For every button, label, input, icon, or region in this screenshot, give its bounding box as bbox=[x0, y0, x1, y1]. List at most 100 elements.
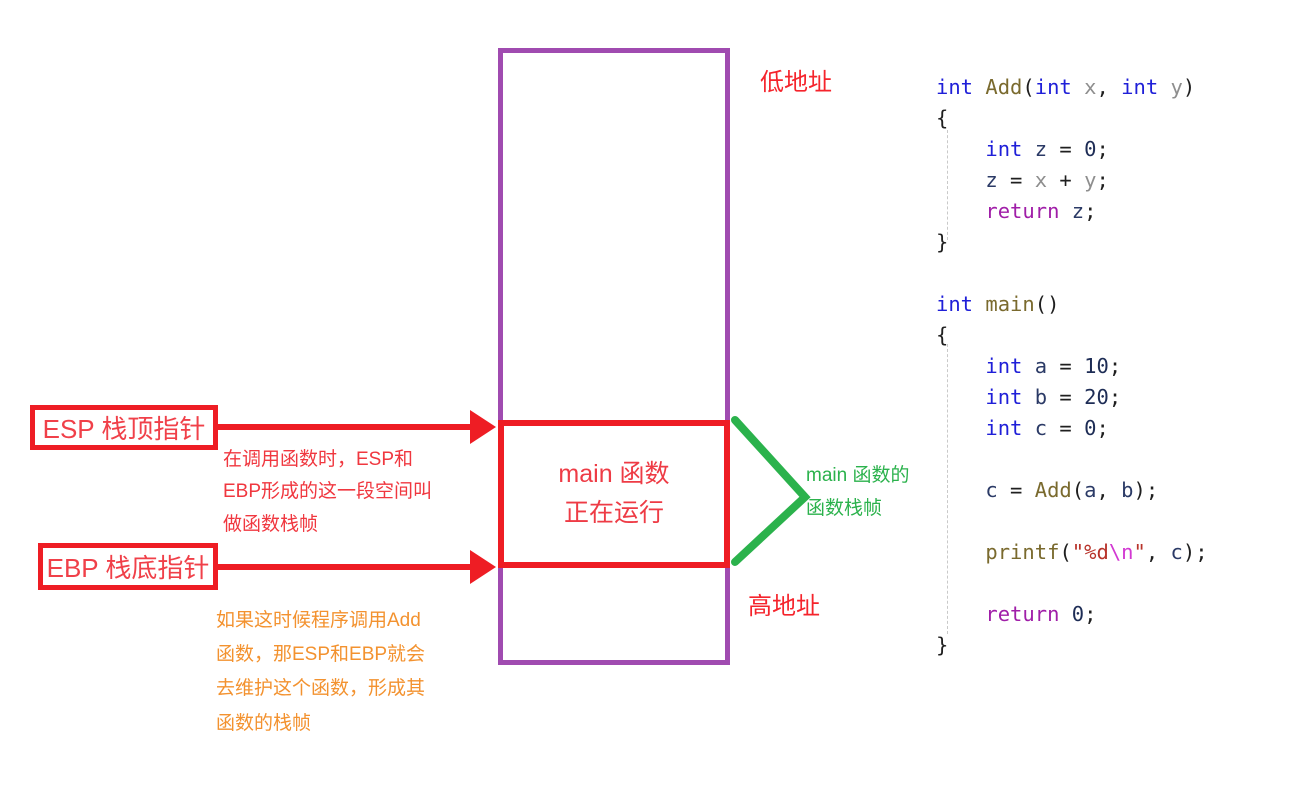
code-line-add-decl-z: int z = 0; bbox=[936, 134, 1208, 165]
main-frame-line-2: 正在运行 bbox=[563, 499, 664, 527]
code-token: , bbox=[1096, 75, 1122, 99]
code-line-add-assign-z: z = x + y; bbox=[936, 165, 1208, 196]
code-line-blank-4 bbox=[936, 568, 1208, 599]
code-token: 0 bbox=[1084, 416, 1097, 440]
esp-pointer-box: ESP 栈顶指针 bbox=[30, 405, 218, 450]
code-token: } bbox=[936, 230, 949, 254]
code-token: printf bbox=[985, 540, 1060, 564]
code-line-blank-2 bbox=[936, 444, 1208, 475]
ebp-pointer-box: EBP 栈底指针 bbox=[38, 543, 218, 590]
code-line-main-close-brace: } bbox=[936, 630, 1208, 661]
code-token: ; bbox=[1108, 354, 1122, 378]
code-token: ) bbox=[1182, 75, 1196, 99]
code-line-main-signature: int main() bbox=[936, 289, 1208, 320]
code-token: Add bbox=[1034, 478, 1072, 502]
code-token: = bbox=[997, 168, 1035, 192]
code-token: return bbox=[985, 602, 1060, 626]
esp-arrow-head-icon bbox=[470, 410, 496, 444]
code-token: 20 bbox=[1084, 385, 1109, 409]
code-token: int bbox=[936, 292, 974, 316]
code-line-add-open-brace: { bbox=[936, 103, 1208, 134]
main-stack-frame-green-label: main 函数的 函数栈帧 bbox=[806, 459, 946, 526]
orange-note-line-1: 如果这时候程序调用Add bbox=[216, 610, 421, 631]
code-token: 10 bbox=[1084, 354, 1109, 378]
code-line-main-call-add: c = Add(a, b); bbox=[936, 475, 1208, 506]
code-line-main-decl-c: int c = 0; bbox=[936, 413, 1208, 444]
code-token: int bbox=[1121, 75, 1159, 99]
stack-frame-red-note: 在调用函数时，ESP和 EBP形成的这一段空间叫 做函数栈帧 bbox=[223, 444, 493, 541]
code-line-main-decl-a: int a = 10; bbox=[936, 351, 1208, 382]
code-token: { bbox=[936, 323, 949, 347]
code-token: y bbox=[1084, 168, 1097, 192]
code-token: { bbox=[936, 106, 949, 130]
code-token: 0 bbox=[1084, 137, 1097, 161]
red-note-line-1: 在调用函数时，ESP和 bbox=[223, 449, 414, 470]
red-note-line-2: EBP形成的这一段空间叫 bbox=[223, 481, 433, 503]
code-token: " bbox=[1133, 540, 1146, 564]
code-token: = bbox=[997, 478, 1035, 502]
low-address-label: 低地址 bbox=[760, 69, 832, 96]
code-token: int bbox=[985, 137, 1023, 161]
orange-note-line-4: 函数的栈帧 bbox=[216, 712, 312, 734]
code-line-main-printf: printf("%d\n", c); bbox=[936, 537, 1207, 568]
code-token: ; bbox=[1096, 137, 1109, 161]
code-line-main-open-brace: { bbox=[936, 320, 1208, 351]
code-token: } bbox=[936, 633, 949, 657]
code-token: int bbox=[985, 354, 1023, 378]
code-token: c bbox=[1170, 540, 1183, 564]
orange-note-line-3: 去维护这个函数，形成其 bbox=[216, 678, 426, 700]
code-token: int bbox=[1034, 75, 1072, 99]
code-token: x bbox=[1034, 168, 1048, 192]
esp-arrow-shaft bbox=[214, 424, 486, 430]
source-code-panel: int Add(int x, int y){ int z = 0; z = x … bbox=[936, 72, 1208, 661]
main-frame-line-1: main 函数 bbox=[558, 460, 670, 489]
code-token: int bbox=[936, 75, 974, 99]
stack-memory-column bbox=[498, 48, 730, 665]
ebp-pointer-label: EBP 栈底指针 bbox=[46, 553, 210, 583]
code-token: b bbox=[1121, 478, 1134, 502]
code-line-blank-1 bbox=[936, 258, 1208, 289]
code-line-main-return-0: return 0; bbox=[936, 599, 1208, 630]
code-token: , bbox=[1096, 478, 1122, 502]
code-token: , bbox=[1145, 540, 1171, 564]
code-token: ; bbox=[1084, 602, 1097, 626]
code-token: z bbox=[1034, 137, 1048, 161]
code-token: y bbox=[1170, 75, 1183, 99]
code-token: c bbox=[985, 478, 998, 502]
code-token: ; bbox=[1096, 416, 1109, 440]
code-token: \n bbox=[1108, 540, 1134, 564]
code-token: a bbox=[1034, 354, 1048, 378]
code-token: ( bbox=[1059, 540, 1072, 564]
add-call-orange-note: 如果这时候程序调用Add 函数，那ESP和EBP就会 去维护这个函数，形成其 函… bbox=[216, 604, 491, 741]
green-label-line-2: 函数栈帧 bbox=[806, 498, 883, 520]
code-token: = bbox=[1047, 354, 1085, 378]
code-line-add-return-z: return z; bbox=[936, 196, 1208, 227]
code-token: ( bbox=[1071, 478, 1085, 502]
code-token: main bbox=[985, 292, 1035, 316]
code-line-add-close-brace: } bbox=[936, 227, 1208, 258]
code-line-main-decl-b: int b = 20; bbox=[936, 382, 1208, 413]
code-token: ; bbox=[1108, 385, 1122, 409]
